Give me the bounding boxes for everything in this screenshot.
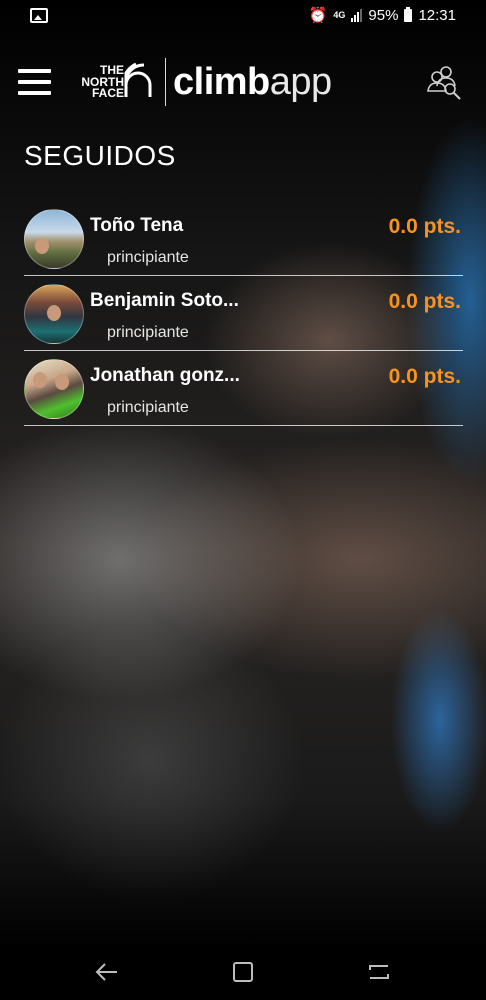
back-icon[interactable]	[94, 960, 120, 984]
alarm-icon: ⏰	[308, 7, 328, 24]
user-points: 0.0 pts.	[388, 365, 461, 388]
app-name-bold: climb	[173, 61, 270, 103]
app-screen: ⏰ 4G 95% 12:31 THE NORTH FACE climbapp S…	[0, 0, 486, 1000]
app-name: climbapp	[173, 60, 332, 104]
user-name: Toño Tena	[90, 215, 184, 236]
avatar	[24, 284, 84, 344]
page-title: SEGUIDOS	[24, 140, 176, 171]
the-north-face-logo: THE NORTH FACE	[72, 63, 154, 103]
logo-divider	[165, 58, 166, 106]
followed-list: Toño Tena principiante 0.0 pts. Benjamin…	[24, 201, 463, 426]
user-level: principiante	[107, 324, 189, 341]
user-level: principiante	[107, 249, 189, 266]
system-nav-bar	[0, 942, 486, 1000]
menu-icon[interactable]	[18, 67, 51, 97]
avatar-face	[47, 305, 61, 321]
avatar-face	[35, 238, 49, 254]
image-notification-icon	[30, 8, 48, 23]
list-item[interactable]: Jonathan gonz... principiante 0.0 pts.	[24, 351, 463, 426]
list-item[interactable]: Benjamin Soto... principiante 0.0 pts.	[24, 276, 463, 351]
user-level: principiante	[107, 399, 189, 416]
battery-percent: 95%	[368, 6, 399, 24]
avatar	[24, 209, 84, 269]
users-search-icon[interactable]	[426, 64, 462, 100]
user-name: Benjamin Soto...	[90, 290, 239, 311]
status-bar: ⏰ 4G 95% 12:31	[0, 0, 486, 32]
signal-icon	[351, 8, 363, 22]
half-dome-icon	[124, 63, 152, 97]
app-bar: THE NORTH FACE climbapp	[0, 50, 486, 116]
user-name: Jonathan gonz...	[90, 365, 240, 386]
list-item[interactable]: Toño Tena principiante 0.0 pts.	[24, 201, 463, 276]
brand-text: THE NORTH FACE	[72, 64, 124, 100]
avatar-face	[55, 374, 69, 390]
brand-line-3: FACE	[91, 86, 124, 100]
avatar	[24, 359, 84, 419]
battery-icon	[404, 6, 413, 22]
user-points: 0.0 pts.	[388, 215, 461, 238]
avatar-face	[33, 372, 47, 388]
status-left	[30, 8, 48, 23]
network-type: 4G	[333, 9, 346, 20]
user-points: 0.0 pts.	[388, 290, 461, 313]
app-name-light: app	[269, 61, 332, 103]
home-icon[interactable]	[230, 960, 256, 984]
clock: 12:31	[418, 6, 456, 24]
status-right: ⏰ 4G 95% 12:31	[309, 6, 456, 24]
recents-icon[interactable]	[366, 960, 392, 984]
